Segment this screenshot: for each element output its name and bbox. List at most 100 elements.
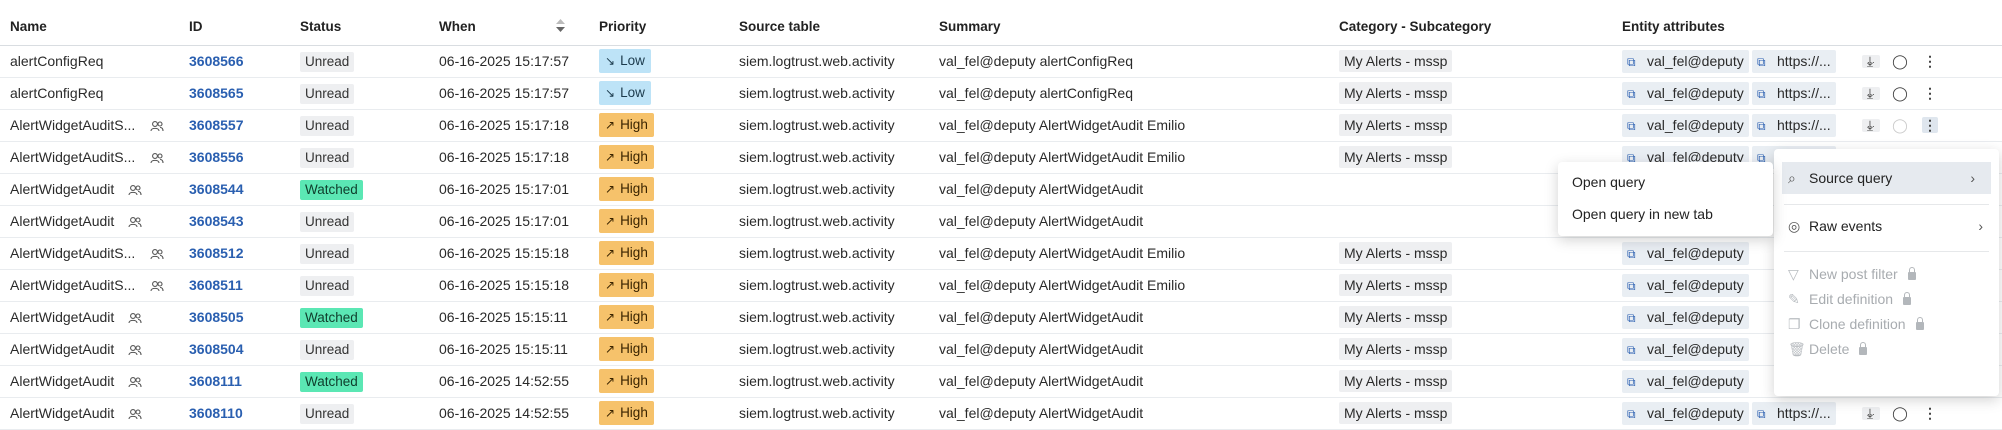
alert-name[interactable]: AlertWidgetAudit — [10, 205, 114, 237]
alert-name[interactable]: AlertWidgetAudit — [10, 333, 114, 365]
entity-value: val_fel@deputy — [1647, 117, 1744, 133]
entity-chip-url[interactable]: ⧉ https://... — [1752, 50, 1836, 73]
alert-id-link[interactable]: 3608556 — [189, 141, 244, 173]
entity-chip-url[interactable]: ⧉ https://... — [1752, 402, 1836, 425]
entity-chip-user[interactable]: ⧉ val_fel@deputy — [1622, 370, 1749, 393]
comment-icon[interactable]: ◯ — [1892, 405, 1908, 421]
menu-item-delete[interactable]: 🗑 Delete — [1774, 333, 1999, 365]
alert-timestamp: 06-16-2025 14:52:55 — [439, 405, 569, 421]
entity-chip-user[interactable]: ⧉ val_fel@deputy — [1622, 50, 1749, 73]
table-row[interactable]: AlertWidgetAudit 3608505 Watched 06-16-2025… — [0, 301, 2002, 334]
external-link-icon: ⧉ — [1627, 279, 1636, 293]
entity-chip-user[interactable]: ⧉ val_fel@deputy — [1622, 338, 1749, 361]
entity-chip-user[interactable]: ⧉ val_fel@deputy — [1622, 274, 1749, 297]
alert-name[interactable]: AlertWidgetAudit — [10, 397, 114, 429]
entity-value: val_fel@deputy — [1647, 341, 1744, 357]
status-badge: Unread — [300, 340, 355, 360]
open-query-new-tab-item[interactable]: Open query in new tab — [1572, 198, 1713, 230]
priority-label: Low — [620, 53, 645, 68]
alert-name[interactable]: AlertWidgetAuditS... — [10, 269, 135, 301]
alert-timestamp: 06-16-2025 15:17:57 — [439, 85, 569, 101]
table-row[interactable]: AlertWidgetAuditS... 3608512 Unread 06-16-2… — [0, 237, 2002, 270]
alert-id-link[interactable]: 3608512 — [189, 237, 244, 269]
eye-icon: ◎ — [1788, 218, 1801, 234]
menu-item-source-query[interactable]: ⌕ Source query › — [1782, 162, 1991, 194]
group-icon — [150, 249, 164, 260]
arrow-up-right-icon: ↗ — [605, 150, 616, 164]
status-badge: Unread — [300, 244, 355, 264]
priority-badge: ↘ Low — [599, 49, 651, 73]
external-link-icon: ⧉ — [1627, 407, 1636, 421]
alert-name[interactable]: alertConfigReq — [10, 77, 103, 109]
alert-id-link[interactable]: 3608565 — [189, 77, 244, 109]
entity-chip-user[interactable]: ⧉ val_fel@deputy — [1622, 82, 1749, 105]
alert-timestamp: 06-16-2025 15:17:01 — [439, 213, 569, 229]
download-icon[interactable]: ⤓ — [1862, 117, 1878, 133]
alert-id-link[interactable]: 3608566 — [189, 45, 244, 77]
table-row[interactable]: AlertWidgetAuditS... 3608511 Unread 06-16-2… — [0, 269, 2002, 302]
entity-chip-url[interactable]: ⧉ https://... — [1752, 114, 1836, 137]
more-actions-icon[interactable]: ⋮ — [1922, 117, 1938, 133]
more-actions-icon[interactable]: ⋮ — [1922, 85, 1938, 101]
sort-icon[interactable] — [556, 19, 565, 32]
status-badge: Watched — [300, 372, 363, 392]
alert-name[interactable]: AlertWidgetAudit — [10, 365, 114, 397]
download-icon[interactable]: ⤓ — [1862, 405, 1878, 421]
alert-id-link[interactable]: 3608544 — [189, 173, 244, 205]
arrow-up-right-icon: ↗ — [605, 310, 616, 324]
more-actions-icon[interactable]: ⋮ — [1922, 405, 1938, 421]
comment-icon[interactable]: ◯ — [1892, 117, 1908, 133]
entity-chip-user[interactable]: ⧉ val_fel@deputy — [1622, 242, 1749, 265]
table-row[interactable]: alertConfigReq 3608565 Unread 06-16-2025 15… — [0, 77, 2002, 110]
alert-name[interactable]: AlertWidgetAuditS... — [10, 237, 135, 269]
entity-chip-user[interactable]: ⧉ val_fel@deputy — [1622, 402, 1749, 425]
alert-timestamp: 06-16-2025 15:17:57 — [439, 53, 569, 69]
table-row[interactable]: AlertWidgetAudit 3608504 Unread 06-16-2025 … — [0, 333, 2002, 366]
menu-item-raw-events[interactable]: ◎ Raw events › — [1774, 210, 1999, 242]
comment-icon[interactable]: ◯ — [1892, 85, 1908, 101]
alert-id-link[interactable]: 3608505 — [189, 301, 244, 333]
alert-name[interactable]: AlertWidgetAuditS... — [10, 109, 135, 141]
query-icon: ⌕ — [1788, 170, 1796, 186]
alert-summary: val_fel@deputy AlertWidgetAudit Emilio — [939, 149, 1186, 165]
category-chip: My Alerts - mssp — [1339, 306, 1453, 328]
entity-value: https://... — [1777, 405, 1831, 421]
alert-id-link[interactable]: 3608504 — [189, 333, 244, 365]
alert-name[interactable]: AlertWidgetAuditS... — [10, 141, 135, 173]
table-row[interactable]: AlertWidgetAudit 3608111 Watched 06-16-2025… — [0, 365, 2002, 398]
comment-icon[interactable]: ◯ — [1892, 53, 1908, 69]
alert-id-link[interactable]: 3608557 — [189, 109, 244, 141]
alert-name[interactable]: AlertWidgetAudit — [10, 301, 114, 333]
alert-id-link[interactable]: 3608511 — [189, 269, 243, 301]
priority-label: High — [620, 149, 648, 164]
source-table: siem.logtrust.web.activity — [739, 53, 895, 69]
priority-label: High — [620, 341, 648, 356]
alert-timestamp: 06-16-2025 15:15:18 — [439, 245, 569, 261]
table-row[interactable]: AlertWidgetAuditS... 3608557 Unread 06-16-2… — [0, 109, 2002, 142]
priority-label: High — [620, 309, 648, 324]
more-actions-icon[interactable]: ⋮ — [1922, 53, 1938, 69]
download-icon[interactable]: ⤓ — [1862, 53, 1878, 69]
table-row[interactable]: alertConfigReq 3608566 Unread 06-16-2025 15… — [0, 45, 2002, 78]
alert-summary: val_fel@deputy alertConfigReq — [939, 85, 1133, 101]
alert-id-link[interactable]: 3608543 — [189, 205, 244, 237]
alert-name[interactable]: AlertWidgetAudit — [10, 173, 114, 205]
download-icon[interactable]: ⤓ — [1862, 85, 1878, 101]
chevron-right-icon: › — [1978, 218, 1983, 234]
alert-id-link[interactable]: 3608110 — [189, 397, 243, 429]
entity-value: val_fel@deputy — [1647, 309, 1744, 325]
status-badge: Unread — [300, 276, 355, 296]
table-row[interactable]: AlertWidgetAudit 3608110 Unread 06-16-2025 … — [0, 397, 2002, 430]
entity-chip-url[interactable]: ⧉ https://... — [1752, 82, 1836, 105]
open-query-item[interactable]: Open query — [1572, 166, 1645, 198]
priority-badge: ↗ High — [599, 305, 654, 329]
entity-chip-user[interactable]: ⧉ val_fel@deputy — [1622, 114, 1749, 137]
source-table: siem.logtrust.web.activity — [739, 117, 895, 133]
lock-icon — [1903, 292, 1912, 305]
group-icon — [150, 281, 164, 292]
alert-id-link[interactable]: 3608111 — [189, 365, 242, 397]
priority-label: High — [620, 245, 648, 260]
alert-name[interactable]: alertConfigReq — [10, 45, 103, 77]
entity-chip-user[interactable]: ⧉ val_fel@deputy — [1622, 306, 1749, 329]
source-table: siem.logtrust.web.activity — [739, 149, 895, 165]
